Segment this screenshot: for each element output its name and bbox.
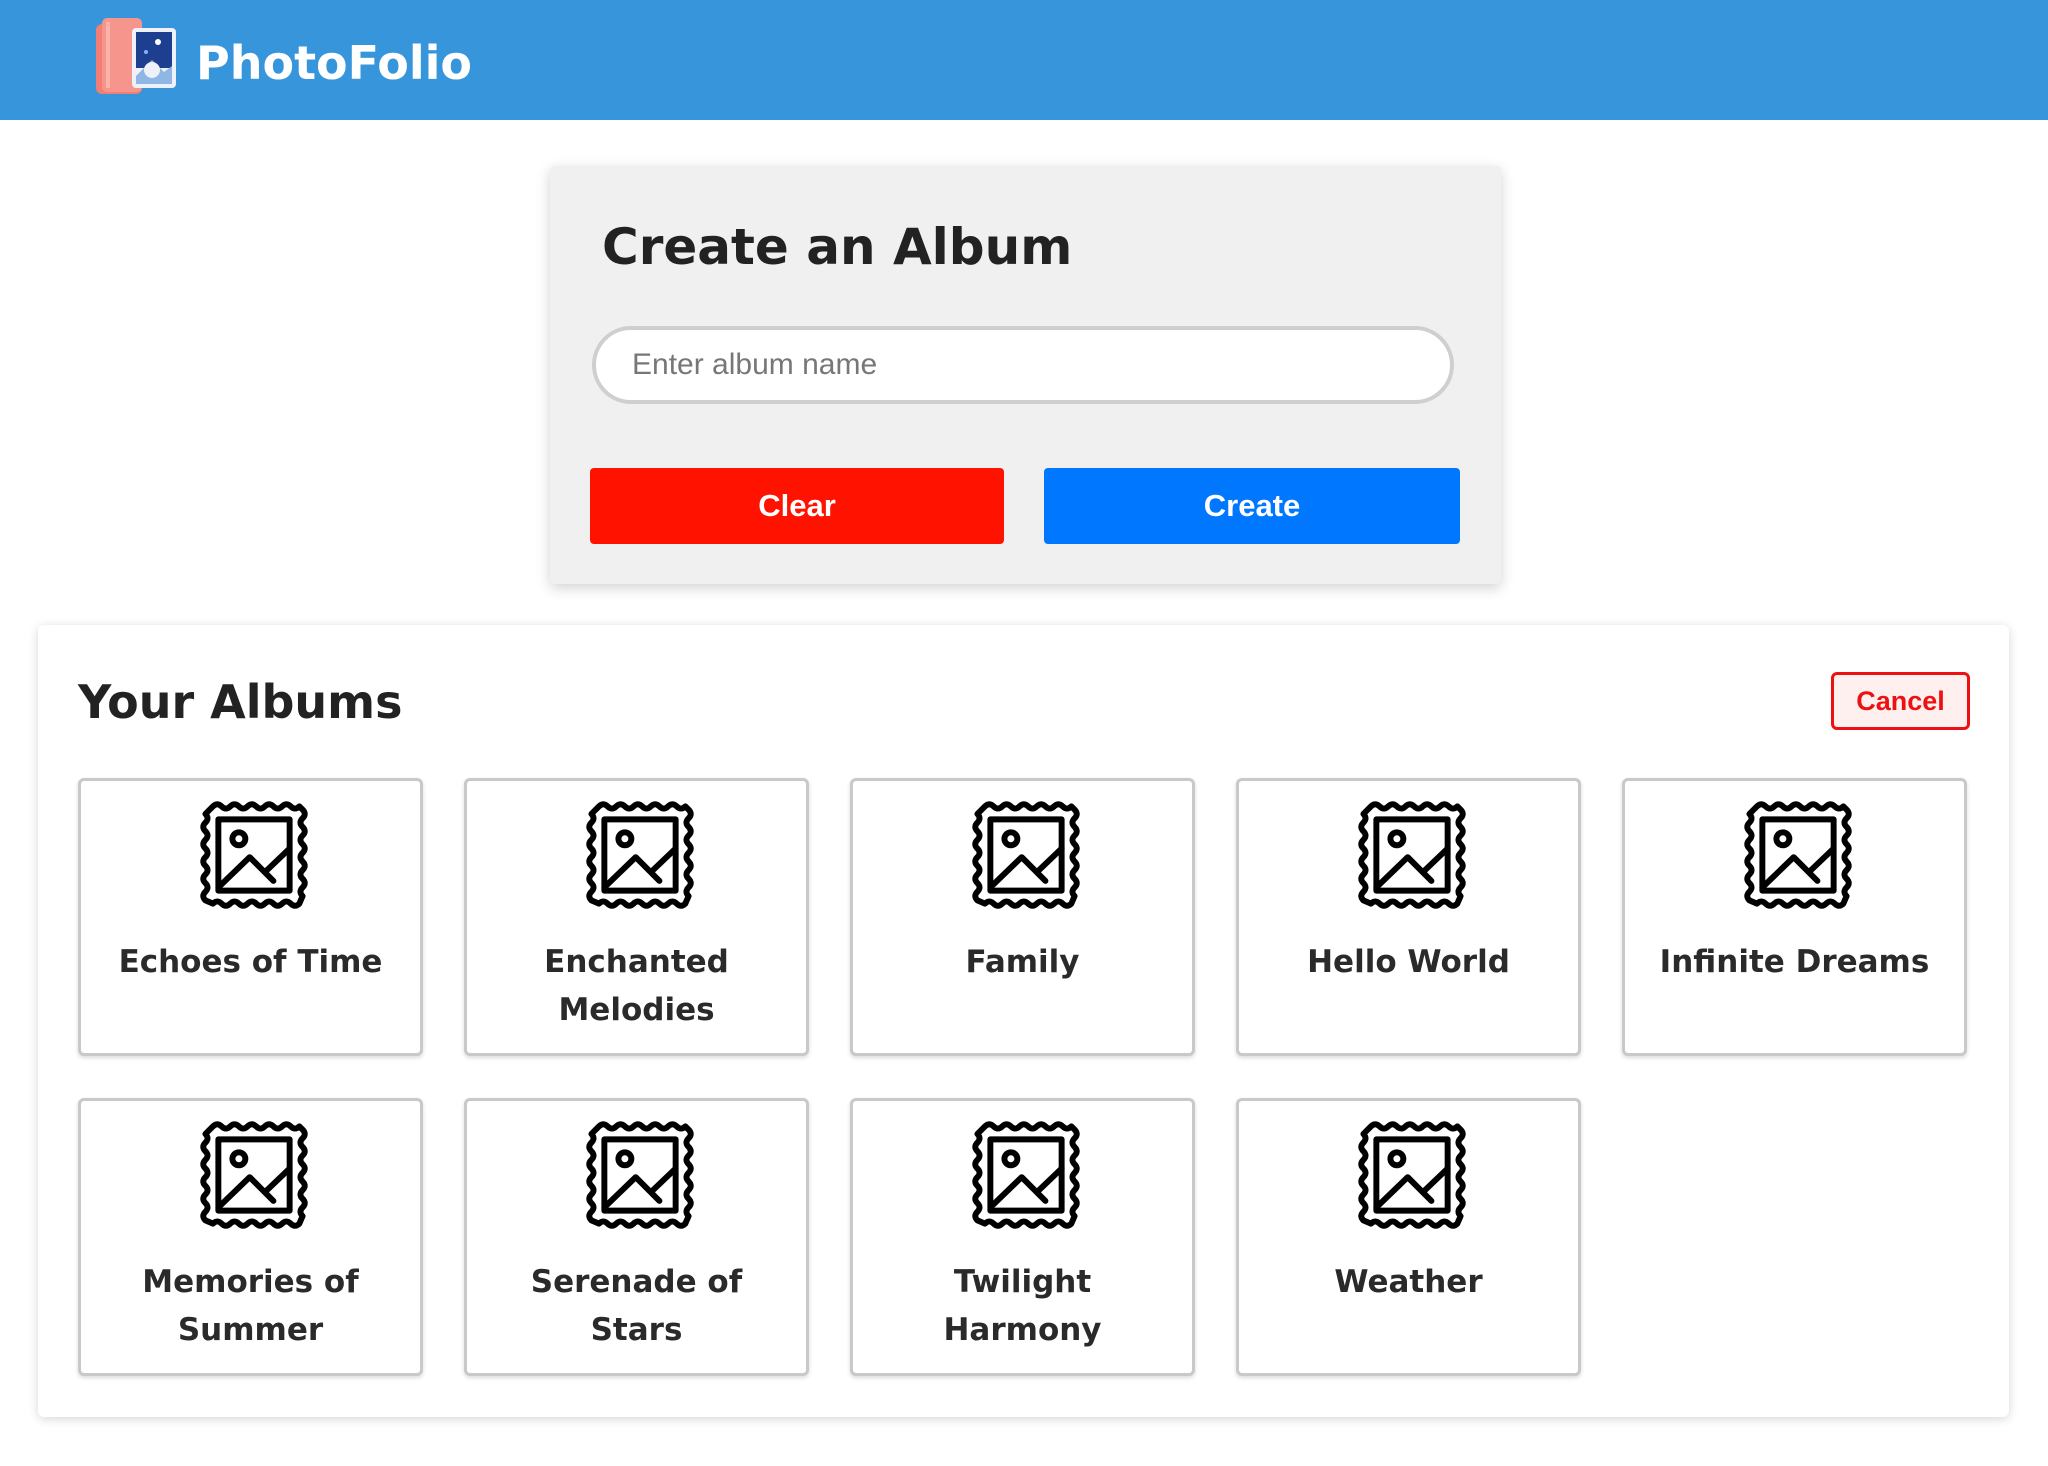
- framed-image-icon: [200, 1121, 308, 1229]
- photo-album-logo-icon[interactable]: [92, 18, 178, 100]
- album-name: Echoes of Time: [118, 944, 383, 980]
- album-name: Infinite Dreams: [1659, 944, 1930, 980]
- album-card[interactable]: Serenade of Stars: [464, 1098, 809, 1376]
- albums-section: Your Albums Cancel Echoes of Time Enchan…: [38, 625, 2009, 1417]
- cancel-button[interactable]: Cancel: [1831, 672, 1970, 730]
- framed-image-icon: [972, 1121, 1080, 1229]
- album-name-input[interactable]: [592, 326, 1454, 404]
- album-card[interactable]: Memories of Summer: [78, 1098, 423, 1376]
- framed-image-icon: [972, 801, 1080, 909]
- album-name: Hello World: [1307, 944, 1510, 980]
- album-name: Twilight Harmony: [943, 1264, 1102, 1348]
- album-card[interactable]: Infinite Dreams: [1622, 778, 1967, 1056]
- album-name: Enchanted Melodies: [544, 944, 729, 1028]
- album-name: Serenade of Stars: [530, 1264, 743, 1348]
- album-card[interactable]: Weather: [1236, 1098, 1581, 1376]
- album-card[interactable]: Echoes of Time: [78, 778, 423, 1056]
- brand-name[interactable]: PhotoFolio: [196, 33, 472, 93]
- create-album-form: Create an Album Clear Create: [550, 166, 1501, 584]
- framed-image-icon: [200, 801, 308, 909]
- albums-title: Your Albums: [78, 675, 403, 729]
- album-name: Weather: [1334, 1264, 1483, 1300]
- framed-image-icon: [1358, 801, 1466, 909]
- album-name: Memories of Summer: [142, 1264, 359, 1348]
- framed-image-icon: [1744, 801, 1852, 909]
- album-card[interactable]: Family: [850, 778, 1195, 1056]
- app-header: PhotoFolio: [0, 0, 2048, 120]
- album-card[interactable]: Hello World: [1236, 778, 1581, 1056]
- framed-image-icon: [1358, 1121, 1466, 1229]
- album-card[interactable]: Enchanted Melodies: [464, 778, 809, 1056]
- create-album-title: Create an Album: [602, 218, 1073, 276]
- framed-image-icon: [586, 801, 694, 909]
- create-button[interactable]: Create: [1044, 468, 1460, 544]
- album-grid: Echoes of Time Enchanted Melodies Family…: [78, 778, 1973, 1376]
- clear-button[interactable]: Clear: [590, 468, 1004, 544]
- framed-image-icon: [586, 1121, 694, 1229]
- album-name: Family: [965, 944, 1080, 980]
- album-card[interactable]: Twilight Harmony: [850, 1098, 1195, 1376]
